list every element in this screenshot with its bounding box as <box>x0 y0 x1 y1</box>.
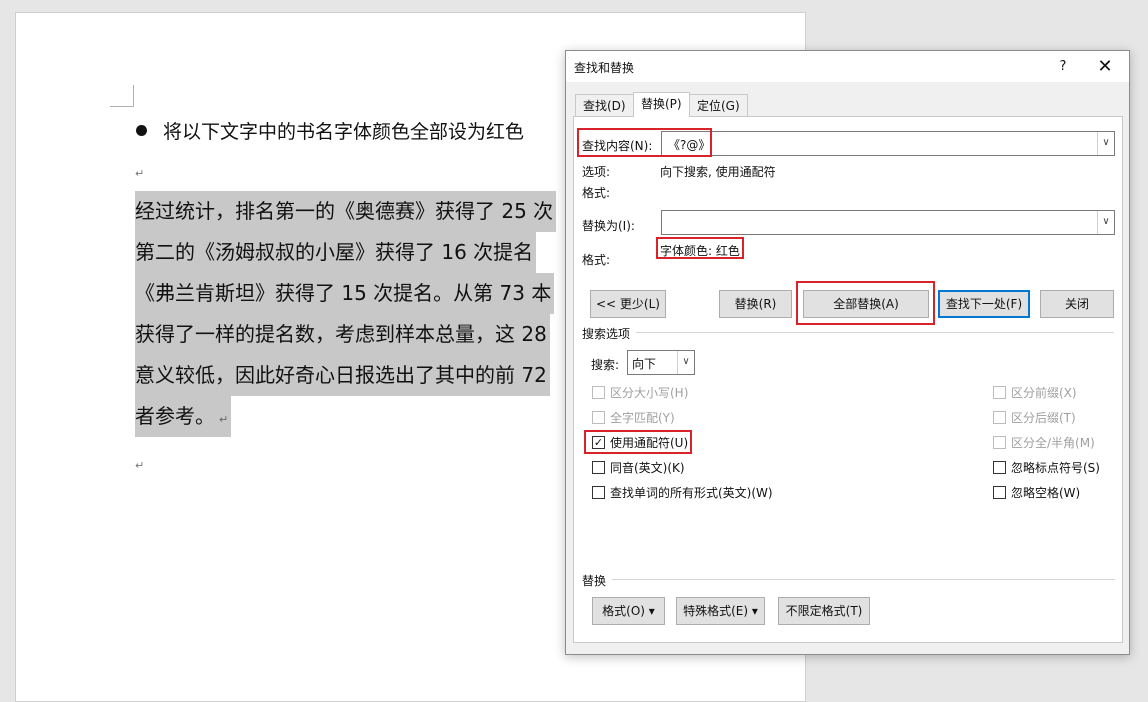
format-label-replace: 格式: <box>582 253 611 267</box>
checkbox-label: 同音(英文)(K) <box>610 461 685 475</box>
checkbox-label: 查找单词的所有形式(英文)(W) <box>610 486 773 500</box>
checkbox-box[interactable] <box>993 461 1006 474</box>
search-options-title: 搜索选项 <box>582 327 631 341</box>
section-divider <box>612 579 1115 580</box>
checkbox-box[interactable] <box>592 411 605 424</box>
options-label: 选项: <box>582 165 611 179</box>
replace-input[interactable]: ∨ <box>661 210 1115 235</box>
text-line: 经过统计，排名第一的《奥德赛》获得了 25 次 <box>135 191 557 232</box>
selected-paragraph[interactable]: 经过统计，排名第一的《奥德赛》获得了 25 次 第二的《汤姆叔叔的小屋》获得了 … <box>135 191 557 437</box>
format-button[interactable]: 格式(O) ▾ <box>592 597 665 625</box>
text-line-last: 者参考。 ↵ <box>135 396 232 437</box>
bullet-text: 将以下文字中的书名字体颜色全部设为红色 <box>163 121 525 143</box>
replace-section-title: 替换 <box>582 574 607 588</box>
dialog-titlebar[interactable]: 查找和替换 ? ✕ <box>566 51 1129 82</box>
section-divider <box>636 332 1114 333</box>
find-input[interactable]: 《?@》 ∨ <box>661 131 1115 156</box>
checkbox-box[interactable] <box>993 436 1006 449</box>
options-value: 向下搜索, 使用通配符 <box>660 165 776 179</box>
paragraph-mark: ↵ <box>135 459 145 472</box>
checkbox-box[interactable] <box>592 461 605 474</box>
checkbox-label: 区分全/半角(M) <box>1011 436 1095 450</box>
checkbox-match-width[interactable]: 区分全/半角(M) <box>993 434 1095 451</box>
checkbox-whole-word[interactable]: 全字匹配(Y) <box>592 409 675 426</box>
checkbox-ignore-whitespace[interactable]: 忽略空格(W) <box>993 484 1080 501</box>
checkbox-box[interactable] <box>993 386 1006 399</box>
bullet-paragraph[interactable]: 将以下文字中的书名字体颜色全部设为红色 <box>136 117 524 144</box>
paragraph-mark: ↵ <box>135 167 145 180</box>
checkbox-match-suffix[interactable]: 区分后缀(T) <box>993 409 1076 426</box>
checkbox-box[interactable] <box>592 486 605 499</box>
checkbox-label: 忽略标点符号(S) <box>1011 461 1100 475</box>
text-line-content: 者参考。 <box>135 404 215 428</box>
checkbox-all-word-forms[interactable]: 查找单词的所有形式(英文)(W) <box>592 484 773 501</box>
replace-format-highlight-box <box>656 237 744 259</box>
search-direction-value: 向下 <box>632 357 657 371</box>
special-format-button[interactable]: 特殊格式(E) ▾ <box>676 597 765 625</box>
help-button[interactable]: ? <box>1048 51 1078 82</box>
text-line: 《弗兰肯斯坦》获得了 15 次提名。从第 73 本 <box>135 273 555 314</box>
format-label-find: 格式: <box>582 186 611 200</box>
checkbox-box[interactable] <box>993 411 1006 424</box>
margin-corner-mark <box>110 85 134 107</box>
chevron-down-icon[interactable]: ∨ <box>1097 211 1114 234</box>
paragraph-mark: ↵ <box>219 413 229 426</box>
checkbox-match-prefix[interactable]: 区分前缀(X) <box>993 384 1077 401</box>
search-direction-select[interactable]: 向下 ∨ <box>627 350 695 375</box>
checkbox-label: 忽略空格(W) <box>1011 486 1081 500</box>
checkbox-box[interactable] <box>592 386 605 399</box>
dialog-title: 查找和替换 <box>574 61 635 75</box>
checkbox-ignore-punctuation[interactable]: 忽略标点符号(S) <box>993 459 1100 476</box>
tab-replace[interactable]: 替换(P) <box>633 92 690 117</box>
find-next-button[interactable]: 查找下一处(F) <box>938 290 1030 318</box>
text-line: 第二的《汤姆叔叔的小屋》获得了 16 次提名 <box>135 232 537 273</box>
checkbox-label: 区分前缀(X) <box>1011 386 1077 400</box>
replace-button[interactable]: 替换(R) <box>719 290 792 318</box>
replace-tab-panel: 查找内容(N): 《?@》 ∨ 选项: 向下搜索, 使用通配符 格式: 替换为(… <box>573 116 1123 643</box>
search-direction-label: 搜索: <box>591 358 620 372</box>
less-button[interactable]: << 更少(L) <box>590 290 666 318</box>
replace-label: 替换为(I): <box>582 219 635 233</box>
checkbox-label: 区分大小写(H) <box>610 386 689 400</box>
wildcards-highlight-box <box>584 430 692 454</box>
tab-goto[interactable]: 定位(G) <box>689 94 748 117</box>
replace-all-highlight-box <box>796 281 935 325</box>
checkbox-label: 全字匹配(Y) <box>610 411 675 425</box>
checkbox-match-case[interactable]: 区分大小写(H) <box>592 384 688 401</box>
close-icon[interactable]: ✕ <box>1090 51 1120 82</box>
checkbox-label: 区分后缀(T) <box>1011 411 1076 425</box>
find-highlight-box <box>577 128 712 157</box>
checkbox-sounds-like[interactable]: 同音(英文)(K) <box>592 459 685 476</box>
close-button[interactable]: 关闭 <box>1040 290 1114 318</box>
chevron-down-icon[interactable]: ∨ <box>1097 132 1114 155</box>
chevron-down-icon[interactable]: ∨ <box>677 351 694 374</box>
tab-find[interactable]: 查找(D) <box>575 94 634 117</box>
bullet-icon <box>136 125 147 136</box>
text-line: 获得了一样的提名数，考虑到样本总量，这 28 <box>135 314 550 355</box>
checkbox-box[interactable] <box>993 486 1006 499</box>
text-line: 意义较低，因此好奇心日报选出了其中的前 72 <box>135 355 550 396</box>
no-formatting-button[interactable]: 不限定格式(T) <box>778 597 870 625</box>
find-replace-dialog: 查找和替换 ? ✕ 查找(D) 替换(P) 定位(G) 查找内容(N): 《?@… <box>565 50 1130 655</box>
